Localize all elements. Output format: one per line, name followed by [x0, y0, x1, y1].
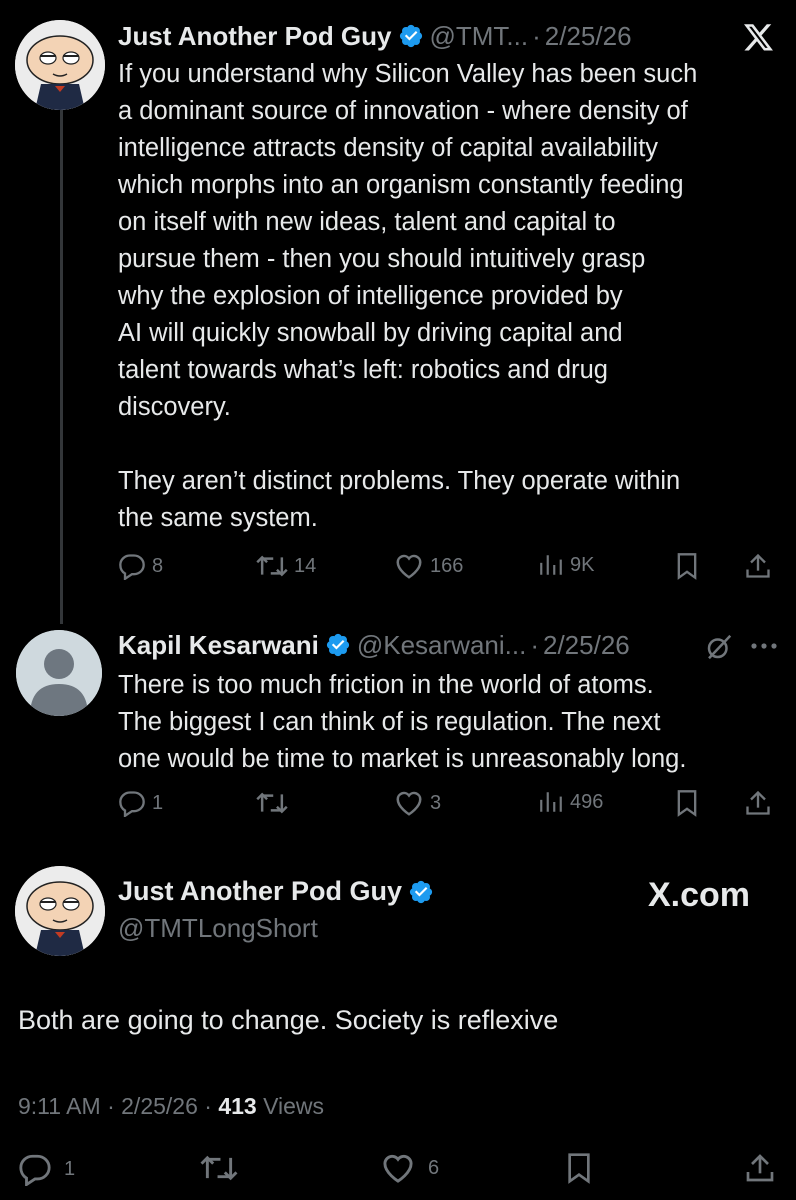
views-count[interactable]: 413: [218, 1093, 256, 1119]
repost-icon: [256, 792, 288, 814]
avatar[interactable]: [16, 630, 102, 716]
tweet-actions: 8 14 166 9K: [118, 552, 778, 588]
bookmark-button[interactable]: [564, 1152, 594, 1184]
views-button[interactable]: 9K: [538, 552, 594, 578]
grok-icon[interactable]: [704, 632, 734, 662]
avatar[interactable]: [15, 20, 105, 110]
tweet-header: Kapil Kesarwani @Kesarwani... · 2/25/26: [118, 628, 630, 662]
like-button[interactable]: 6: [380, 1152, 439, 1184]
verified-badge-icon: [409, 880, 433, 903]
repost-button[interactable]: 14: [256, 552, 316, 580]
share-button[interactable]: [744, 1152, 776, 1184]
avatar[interactable]: [15, 866, 105, 956]
bookmark-icon: [677, 790, 697, 817]
tweet-body: If you understand why Silicon Valley has…: [118, 60, 698, 532]
author-handle[interactable]: @TMT...: [430, 19, 529, 53]
share-icon: [746, 790, 770, 815]
separator: ·: [204, 1093, 212, 1119]
author-handle[interactable]: @Kesarwani...: [357, 628, 526, 662]
share-icon: [746, 1154, 774, 1182]
like-button[interactable]: 3: [394, 789, 441, 817]
views-count: 9K: [570, 553, 595, 576]
like-button[interactable]: 166: [394, 552, 463, 580]
tweet-date[interactable]: 2/25/26: [543, 628, 630, 662]
share-icon: [746, 553, 770, 578]
share-button[interactable]: [744, 552, 772, 580]
tweet-meta: 9:11 AM · 2/25/26 · 413 Views: [18, 1093, 324, 1120]
xcom-watermark: X.com: [648, 876, 751, 914]
tweet-body: There is too much friction in the world …: [118, 671, 687, 773]
reply-count: 8: [152, 554, 164, 577]
separator: ·: [530, 630, 539, 660]
like-count: 6: [428, 1156, 440, 1179]
repost-button[interactable]: [200, 1152, 244, 1184]
reply-icon: [119, 791, 145, 817]
heart-icon: [383, 1154, 413, 1183]
reply-button[interactable]: 8: [118, 552, 163, 580]
author-name[interactable]: Just Another Pod Guy: [118, 876, 402, 907]
reply-count: 1: [64, 1157, 76, 1180]
repost-button[interactable]: [256, 789, 294, 817]
tweet-date[interactable]: 2/25/26: [545, 19, 632, 53]
reply-icon: [119, 554, 145, 580]
views-icon: [540, 792, 562, 812]
x-logo-icon: [744, 24, 773, 51]
tweet-header: Just Another Pod Guy @TMT... · 2/25/26: [118, 19, 632, 53]
tweet-actions: 1 3 496: [118, 789, 778, 825]
stewie-avatar-icon: [15, 866, 105, 956]
more-options-icon[interactable]: [750, 640, 778, 652]
tweet-time[interactable]: 9:11 AM: [18, 1093, 101, 1119]
bookmark-icon: [677, 553, 697, 580]
heart-icon: [396, 791, 422, 816]
reply-icon: [19, 1154, 51, 1186]
tweet-date[interactable]: 2/25/26: [121, 1093, 198, 1119]
tweet-body: Both are going to change. Society is ref…: [18, 1005, 559, 1035]
reply-count: 1: [152, 791, 164, 814]
reply-button[interactable]: 1: [118, 789, 163, 817]
share-button[interactable]: [744, 789, 772, 817]
separator: ·: [532, 21, 541, 51]
bookmark-icon: [568, 1153, 590, 1184]
thread-line: [60, 104, 63, 624]
like-count: 3: [430, 791, 442, 814]
reply-button[interactable]: 1: [18, 1152, 75, 1186]
views-icon: [540, 555, 562, 575]
bookmark-button[interactable]: [674, 789, 700, 817]
tweet-actions: 1 6: [18, 1152, 778, 1188]
verified-badge-icon: [399, 24, 422, 48]
views-button[interactable]: 496: [538, 789, 603, 815]
like-count: 166: [430, 554, 464, 577]
bookmark-button[interactable]: [674, 552, 700, 580]
repost-icon: [200, 1155, 238, 1181]
heart-icon: [396, 554, 422, 579]
author-handle[interactable]: @TMTLongShort: [118, 913, 318, 944]
author-name-row: Just Another Pod Guy: [118, 876, 440, 907]
stewie-avatar-icon: [15, 20, 105, 110]
repost-count: 14: [294, 554, 317, 577]
views-count: 496: [570, 790, 604, 813]
repost-icon: [256, 555, 288, 577]
default-avatar-icon: [16, 630, 102, 716]
author-name[interactable]: Kapil Kesarwani: [118, 628, 319, 662]
separator: ·: [107, 1093, 115, 1119]
views-label: Views: [263, 1093, 325, 1119]
verified-badge-icon: [326, 633, 349, 657]
author-name[interactable]: Just Another Pod Guy: [118, 19, 392, 53]
